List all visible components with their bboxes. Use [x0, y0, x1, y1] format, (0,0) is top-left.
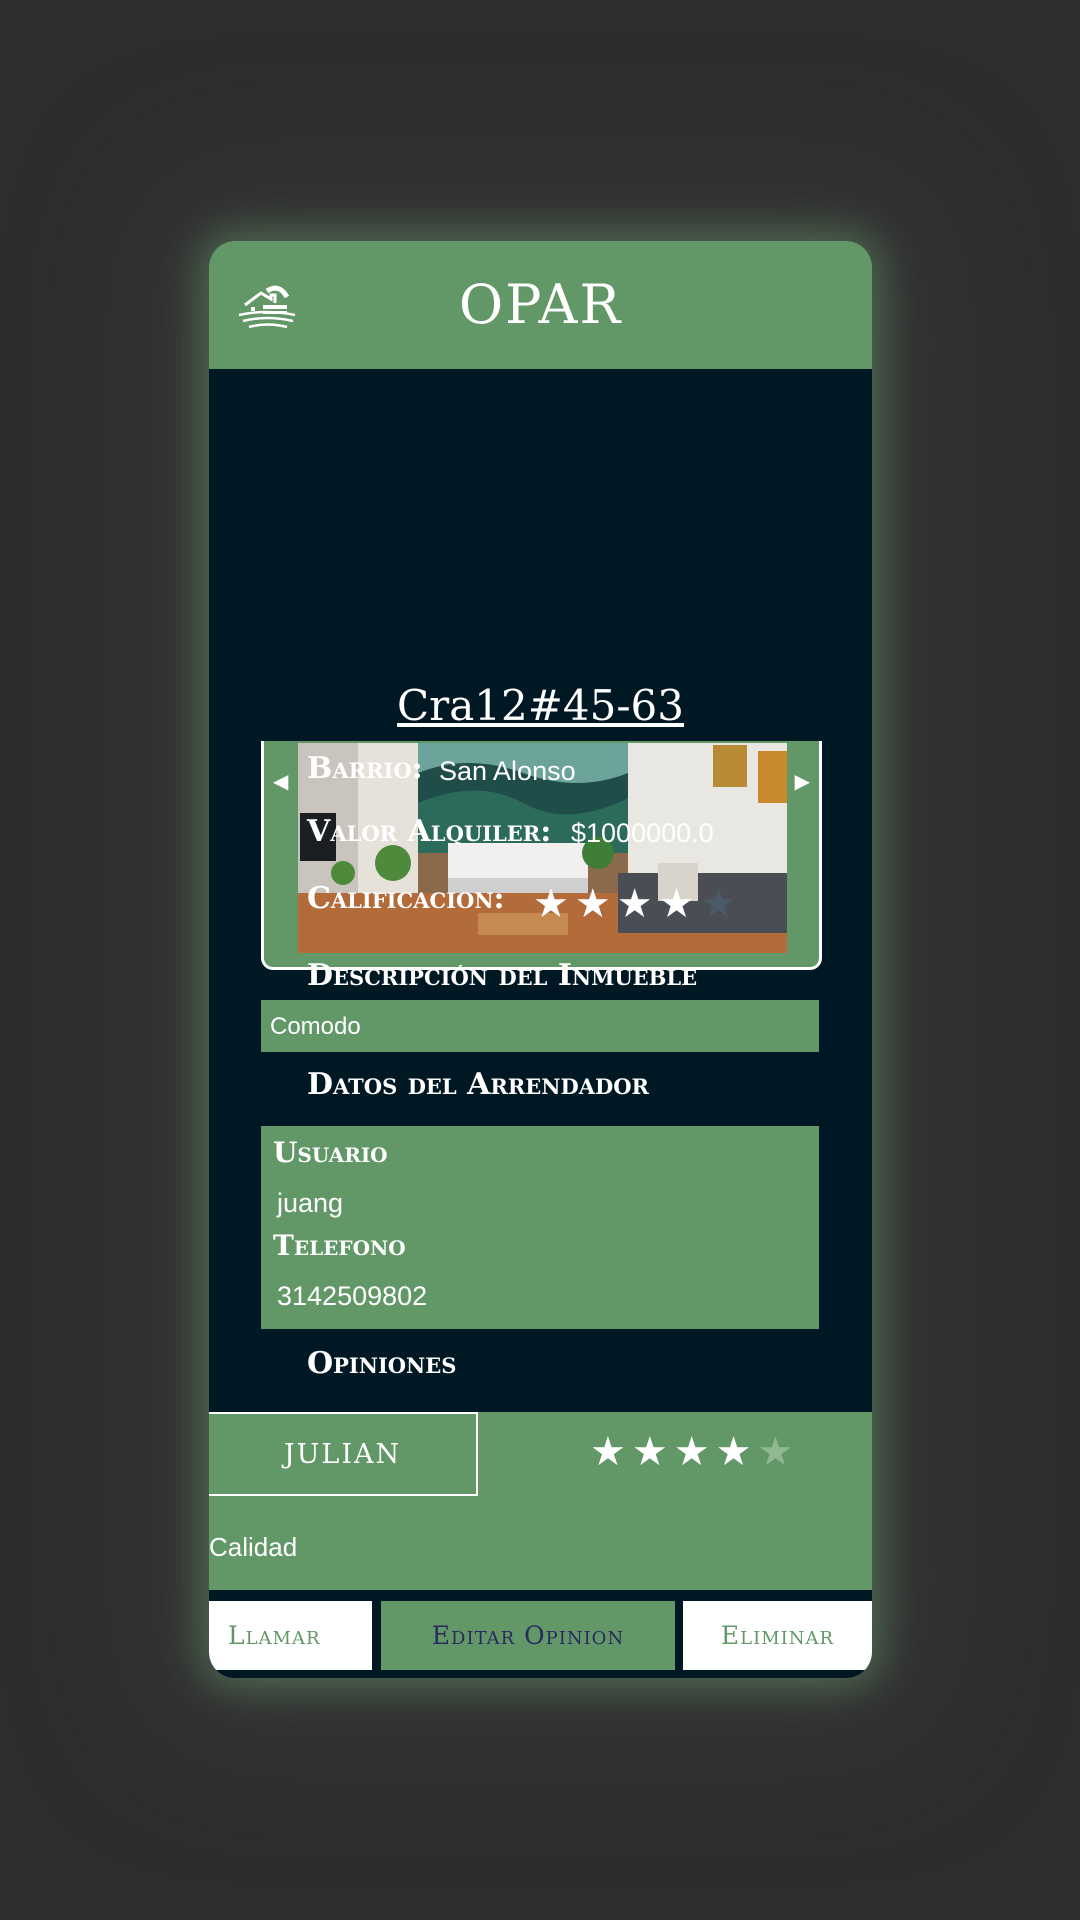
- star-icon: ★: [715, 1430, 752, 1474]
- review-text: Calidad: [209, 1532, 298, 1562]
- star-icon: ★: [533, 882, 569, 926]
- app-header: OPAR: [209, 241, 872, 369]
- owner-box: Usuario juang Telefono 3142509802: [261, 1126, 819, 1329]
- property-address: Cra12#45-63: [397, 681, 684, 730]
- caret-right-icon[interactable]: ▶: [795, 769, 810, 794]
- rating-label: Calificacion:: [307, 881, 505, 916]
- caret-left-icon[interactable]: ◀: [273, 769, 288, 794]
- phone-value: 3142509802: [277, 1281, 428, 1311]
- star-icon: ★: [658, 882, 695, 926]
- review-user: JULIAN: [209, 1412, 478, 1496]
- property-rating: ★ ★ ★ ★ ★: [533, 884, 736, 924]
- rent-value: $1000000.0: [571, 818, 714, 848]
- star-icon: ★: [574, 882, 611, 926]
- review-rating: ★ ★ ★ ★ ★: [590, 1432, 793, 1472]
- review-card: JULIAN ★ ★ ★ ★ ★ Calidad: [209, 1412, 872, 1590]
- barrio-label: Barrio:: [307, 751, 423, 786]
- star-icon: ★: [673, 1430, 710, 1474]
- reviews-section-label: Opiniones: [307, 1346, 457, 1381]
- app-screen: OPAR Cra12#45-63 ◀ ▶ Barrio: San Alonso …: [209, 241, 872, 1678]
- description-label: Descripción del Inmueble: [307, 958, 698, 993]
- star-icon: ★: [616, 882, 653, 926]
- call-button[interactable]: Llamar: [209, 1601, 372, 1670]
- star-empty-icon: ★: [757, 1430, 794, 1474]
- action-bar: Llamar Editar Opinion Eliminar: [209, 1601, 872, 1670]
- rent-label: Valor Alquiler:: [307, 814, 552, 849]
- user-label: Usuario: [273, 1136, 388, 1169]
- owner-section-label: Datos del Arrendador: [307, 1067, 649, 1102]
- phone-label: Telefono: [273, 1229, 406, 1262]
- star-empty-icon: ★: [700, 882, 737, 926]
- user-value: juang: [277, 1188, 344, 1218]
- star-icon: ★: [590, 1430, 626, 1474]
- delete-button[interactable]: Eliminar: [683, 1601, 872, 1670]
- barrio-value: San Alonso: [439, 756, 576, 786]
- app-title: OPAR: [458, 273, 623, 336]
- star-icon: ★: [631, 1430, 668, 1474]
- edit-review-button[interactable]: Editar Opinion: [381, 1601, 675, 1670]
- description-box: Comodo: [261, 1000, 819, 1052]
